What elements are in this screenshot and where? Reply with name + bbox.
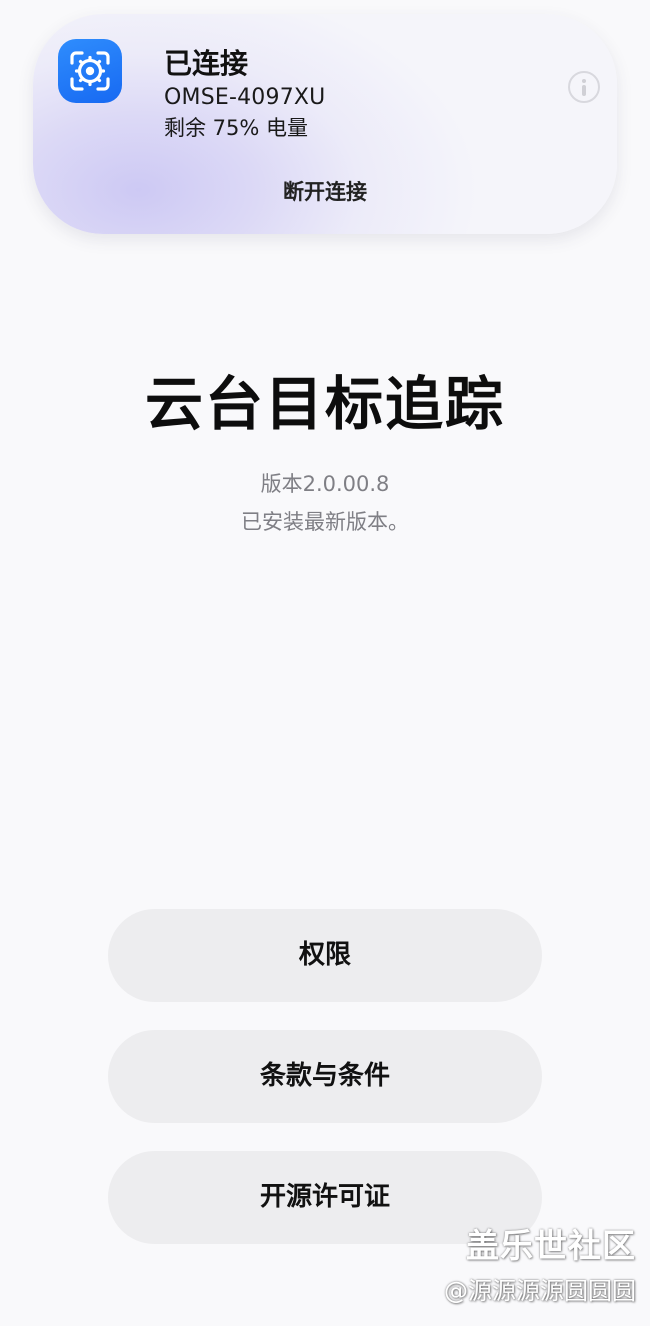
target-tracking-icon bbox=[58, 39, 122, 103]
connection-info: 已连接 OMSE-4097XU 剩余 75% 电量 bbox=[164, 46, 325, 142]
connection-card: 已连接 OMSE-4097XU 剩余 75% 电量 断开连接 bbox=[33, 14, 617, 234]
device-name: OMSE-4097XU bbox=[164, 85, 326, 110]
battery-level: 剩余 75% 电量 bbox=[164, 116, 309, 140]
app-title: 云台目标追踪 bbox=[144, 370, 505, 438]
connection-status: 已连接 bbox=[164, 47, 249, 80]
disconnect-button[interactable]: 断开连接 bbox=[33, 174, 617, 210]
version-text: 版本2.0.00.8 bbox=[260, 472, 390, 496]
permissions-button[interactable]: 权限 bbox=[108, 909, 542, 1002]
watermark-user: @源源源源圆圆圆 bbox=[444, 1277, 636, 1305]
install-status: 已安装最新版本。 bbox=[241, 510, 409, 534]
info-icon[interactable] bbox=[568, 71, 600, 103]
watermark-brand: 盖乐世社区 bbox=[466, 1226, 636, 1265]
terms-button[interactable]: 条款与条件 bbox=[108, 1030, 542, 1123]
